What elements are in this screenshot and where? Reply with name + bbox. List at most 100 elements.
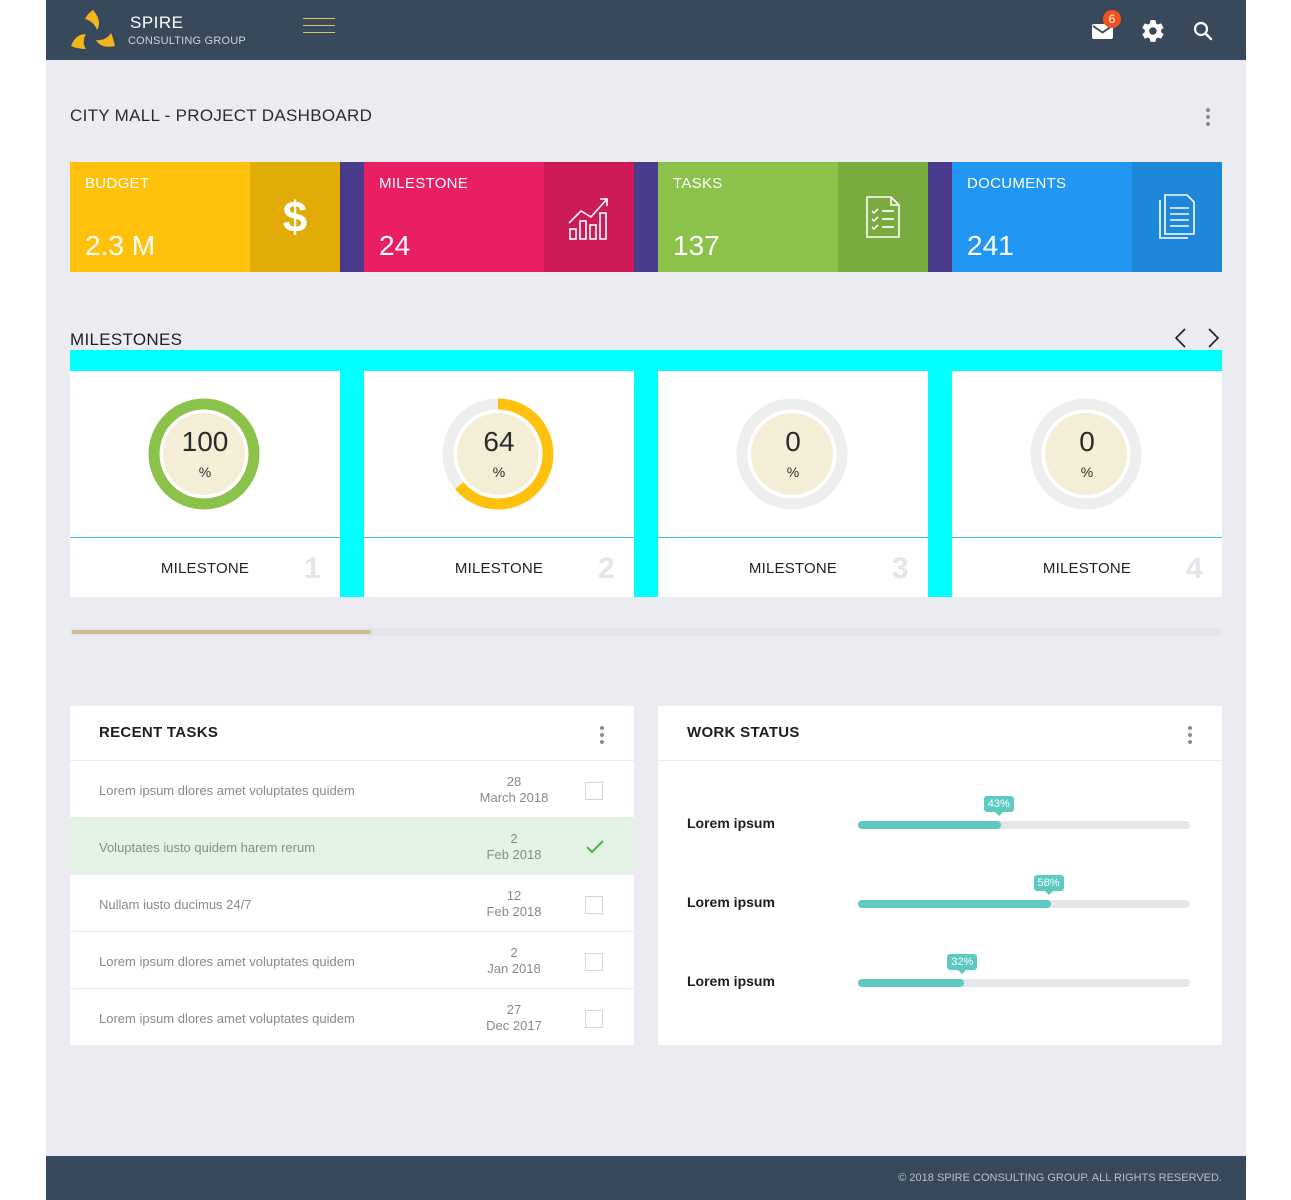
svg-text:$: $	[283, 193, 307, 242]
milestone-percent-value: 64	[483, 426, 515, 457]
brand-subtitle: CONSULTING GROUP	[128, 35, 246, 47]
milestones-next-button[interactable]	[1202, 326, 1224, 350]
panel-divider	[658, 760, 1222, 761]
milestone-label: MILESTONE	[454, 560, 544, 577]
stat-label: BUDGET	[85, 175, 150, 192]
stat-label: MILESTONE	[379, 175, 469, 192]
stat-tile-milestone[interactable]: MILESTONE 24	[364, 162, 634, 272]
page-title: CITY MALL - PROJECT DASHBOARD	[70, 106, 373, 125]
copyright-text: © 2018 SPIRE CONSULTING GROUP. ALL RIGHT…	[898, 1172, 1222, 1184]
task-text: Nullam iusto ducimus 24/7	[99, 897, 252, 912]
milestone-percent-unit: %	[1080, 464, 1094, 480]
stat-value: 137	[673, 230, 720, 261]
work-status-percent-tooltip: 58%	[1033, 875, 1064, 895]
task-row[interactable]: Voluptates iusto quidem harem rerum 2 Feb …	[70, 817, 634, 874]
stat-value: 2.3 M	[85, 230, 156, 261]
work-status-label: Lorem ipsum	[687, 894, 775, 910]
menu-toggle-button[interactable]	[303, 18, 335, 36]
work-status-progress-fill	[858, 821, 1001, 829]
milestone-number: 1	[304, 552, 321, 585]
task-checkbox[interactable]	[585, 1010, 603, 1028]
work-status-progress-bar	[858, 821, 1190, 829]
milestone-card[interactable]: 64% MILESTONE 2	[364, 371, 634, 597]
stat-tile-icon-area: $	[250, 162, 340, 272]
milestone-percent-unit: %	[492, 464, 506, 480]
task-date-day: 2	[510, 945, 518, 960]
task-date-day: 2	[510, 831, 518, 846]
recent-tasks-options-button[interactable]	[599, 725, 605, 745]
task-date-month: March 2018	[479, 790, 549, 805]
page-options-button[interactable]	[1205, 107, 1211, 127]
work-status-progress-fill	[858, 900, 1051, 908]
task-date-month: Jan 2018	[487, 961, 541, 976]
work-status-options-button[interactable]	[1187, 725, 1193, 745]
milestones-title: MILESTONES	[70, 330, 183, 349]
task-date: 2 Feb 2018	[462, 831, 566, 863]
milestone-number: 3	[892, 552, 909, 585]
search-button[interactable]	[1190, 18, 1216, 44]
task-date: 2 Jan 2018	[462, 945, 566, 977]
task-date-month: Dec 2017	[486, 1018, 542, 1033]
milestone-percent-unit: %	[198, 464, 212, 480]
stat-label: DOCUMENTS	[967, 175, 1067, 192]
task-row[interactable]: Nullam iusto ducimus 24/7 12 Feb 2018	[70, 874, 634, 931]
milestone-card[interactable]: 0% MILESTONE 4	[952, 371, 1222, 597]
milestones-prev-button[interactable]	[1170, 326, 1192, 350]
dollar-icon: $	[283, 193, 307, 242]
milestone-label: MILESTONE	[748, 560, 838, 577]
task-date: 28 March 2018	[462, 774, 566, 806]
milestone-number: 4	[1186, 552, 1203, 585]
stat-tile-icon-area	[838, 162, 928, 272]
chevron-right-icon	[1208, 328, 1220, 348]
stat-value: 24	[379, 230, 411, 261]
task-text: Lorem ipsum dlores amet voluptates quide…	[99, 954, 355, 969]
task-date-day: 12	[506, 888, 522, 903]
stat-tile-documents[interactable]: DOCUMENTS 241	[952, 162, 1222, 272]
task-text: Lorem ipsum dlores amet voluptates quide…	[99, 1011, 355, 1026]
milestone-card[interactable]: 100% MILESTONE 1	[70, 371, 340, 597]
milestone-divider	[658, 537, 928, 538]
task-row[interactable]: Lorem ipsum dlores amet voluptates quide…	[70, 988, 634, 1045]
stat-tile-icon-area	[1132, 162, 1222, 272]
stat-value: 241	[967, 230, 1014, 261]
recent-tasks-title: RECENT TASKS	[99, 724, 219, 741]
work-status-progress-bar	[858, 979, 1190, 987]
task-row[interactable]: Lorem ipsum dlores amet voluptates quide…	[70, 760, 634, 817]
work-status-title: WORK STATUS	[687, 724, 800, 741]
milestone-card[interactable]: 0% MILESTONE 3	[658, 371, 928, 597]
task-date: 27 Dec 2017	[462, 1002, 566, 1034]
settings-button[interactable]	[1140, 18, 1166, 44]
footer: © 2018 SPIRE CONSULTING GROUP. ALL RIGHT…	[46, 1156, 1246, 1200]
search-icon	[1193, 21, 1213, 41]
stat-tile-budget[interactable]: $ BUDGET 2.3 M	[70, 162, 340, 272]
chart-growth-icon	[568, 198, 608, 240]
task-checkbox[interactable]	[585, 782, 603, 800]
milestone-number: 2	[598, 552, 615, 585]
spire-logo[interactable]	[68, 8, 118, 52]
task-checkbox[interactable]	[585, 896, 603, 914]
milestone-divider	[952, 537, 1222, 538]
milestone-divider	[70, 537, 340, 538]
work-status-panel: WORK STATUS Lorem ipsum 43% Lorem ipsum 58%…	[658, 706, 1222, 1045]
task-row[interactable]: Lorem ipsum dlores amet voluptates quide…	[70, 931, 634, 988]
chevron-left-icon	[1174, 328, 1186, 348]
mail-count-badge: 6	[1103, 10, 1121, 28]
checklist-icon	[866, 196, 900, 238]
checkmark-icon[interactable]	[584, 837, 606, 857]
work-status-progress-bar	[858, 900, 1190, 908]
task-checkbox[interactable]	[585, 953, 603, 971]
task-date-day: 28	[506, 774, 522, 789]
milestone-divider	[364, 537, 634, 538]
work-status-label: Lorem ipsum	[687, 815, 775, 831]
dashboard-app: SPIRE CONSULTING GROUP 6 CITY MALL - PRO…	[46, 0, 1246, 1200]
recent-tasks-panel: RECENT TASKS Lorem ipsum dlores amet vol…	[70, 706, 634, 1045]
carousel-scroll-thumb[interactable]	[72, 630, 371, 634]
stat-tile-tasks[interactable]: TASKS 137	[658, 162, 928, 272]
top-bar: SPIRE CONSULTING GROUP 6	[46, 0, 1246, 60]
work-status-progress-fill	[858, 979, 965, 987]
milestone-percent-value: 100	[181, 426, 229, 457]
carousel-scrollbar[interactable]	[70, 628, 1222, 636]
work-status-label: Lorem ipsum	[687, 973, 775, 989]
work-status-percent-tooltip: 43%	[983, 796, 1014, 816]
milestone-label: MILESTONE	[160, 560, 250, 577]
